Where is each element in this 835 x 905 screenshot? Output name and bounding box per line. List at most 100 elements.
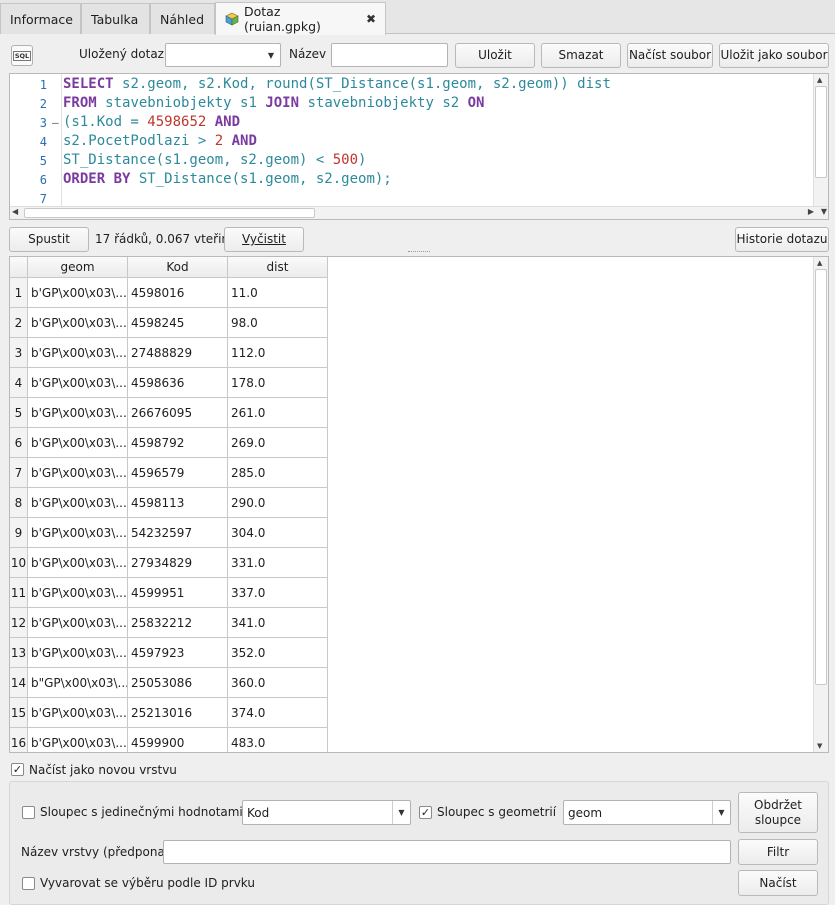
cell-dist[interactable]: 331.0 <box>228 548 328 578</box>
unique-column-checkbox[interactable] <box>22 806 35 819</box>
cell-geom[interactable]: b'GP\x00\x03\... <box>28 548 128 578</box>
tab-informace[interactable]: Informace <box>0 3 81 34</box>
cell-dist[interactable]: 290.0 <box>228 488 328 518</box>
editor-vertical-scrollbar[interactable]: ▲ <box>813 74 828 206</box>
row-header[interactable]: 11 <box>10 578 28 608</box>
cell-dist[interactable]: 341.0 <box>228 608 328 638</box>
column-header-geom[interactable]: geom <box>28 257 128 278</box>
cell-geom[interactable]: b'GP\x00\x03\... <box>28 398 128 428</box>
row-header[interactable]: 12 <box>10 608 28 638</box>
cell-geom[interactable]: b'GP\x00\x03\... <box>28 518 128 548</box>
cell-geom[interactable]: b'GP\x00\x03\... <box>28 308 128 338</box>
tab-nahled[interactable]: Náhled <box>150 3 215 34</box>
layer-name-input[interactable] <box>163 840 731 864</box>
row-header[interactable]: 8 <box>10 488 28 518</box>
cell-dist[interactable]: 337.0 <box>228 578 328 608</box>
cell-dist[interactable]: 483.0 <box>228 728 328 752</box>
scroll-up-icon[interactable]: ▲ <box>817 259 822 267</box>
fold-marker-icon[interactable]: – <box>52 116 59 129</box>
scrollbar-thumb[interactable] <box>815 86 827 178</box>
scroll-right-icon[interactable]: ▶ <box>808 207 814 216</box>
cell-dist[interactable]: 374.0 <box>228 698 328 728</box>
cell-dist[interactable]: 285.0 <box>228 458 328 488</box>
results-table[interactable]: geom Kod dist 1 b'GP\x00\x03\... 4598016 11… <box>9 256 829 753</box>
cell-kod[interactable]: 27488829 <box>128 338 228 368</box>
scroll-up-icon[interactable]: ▲ <box>817 76 822 84</box>
avoid-selection-checkbox[interactable] <box>22 877 35 890</box>
cell-kod[interactable]: 4599900 <box>128 728 228 752</box>
row-header[interactable]: 2 <box>10 308 28 338</box>
save-button[interactable]: Uložit <box>455 43 535 68</box>
cell-dist[interactable]: 11.0 <box>228 278 328 308</box>
cell-kod[interactable]: 4597923 <box>128 638 228 668</box>
cell-dist[interactable]: 98.0 <box>228 308 328 338</box>
unique-column-select[interactable]: Kod ▼ <box>242 800 411 825</box>
cell-geom[interactable]: b'GP\x00\x03\... <box>28 368 128 398</box>
cell-geom[interactable]: b'GP\x00\x03\... <box>28 698 128 728</box>
scrollbar-thumb[interactable] <box>815 269 827 685</box>
cell-dist[interactable]: 352.0 <box>228 638 328 668</box>
scroll-down-icon[interactable]: ▼ <box>821 207 827 216</box>
cell-dist[interactable]: 112.0 <box>228 338 328 368</box>
geometry-column-checkbox[interactable]: ✓ <box>419 806 432 819</box>
cell-kod[interactable]: 4598113 <box>128 488 228 518</box>
cell-kod[interactable]: 4598792 <box>128 428 228 458</box>
cell-kod[interactable]: 4596579 <box>128 458 228 488</box>
delete-button[interactable]: Smazat <box>541 43 621 68</box>
table-vertical-scrollbar[interactable]: ▲ ▼ <box>813 257 828 752</box>
row-header[interactable]: 3 <box>10 338 28 368</box>
row-header[interactable]: 7 <box>10 458 28 488</box>
cell-dist[interactable]: 304.0 <box>228 518 328 548</box>
cell-kod[interactable]: 4598245 <box>128 308 228 338</box>
cell-geom[interactable]: b'GP\x00\x03\... <box>28 578 128 608</box>
cell-geom[interactable]: b'GP\x00\x03\... <box>28 338 128 368</box>
cell-dist[interactable]: 261.0 <box>228 398 328 428</box>
row-header[interactable]: 6 <box>10 428 28 458</box>
cell-geom[interactable]: b'GP\x00\x03\... <box>28 278 128 308</box>
load-button[interactable]: Načíst <box>738 870 818 896</box>
row-header[interactable]: 9 <box>10 518 28 548</box>
name-input[interactable] <box>331 43 448 67</box>
cell-geom[interactable]: b'GP\x00\x03\... <box>28 488 128 518</box>
cell-kod[interactable]: 4599951 <box>128 578 228 608</box>
row-header[interactable]: 14 <box>10 668 28 698</box>
saved-query-select[interactable]: ▼ <box>165 43 281 67</box>
save-as-file-button[interactable]: Uložit jako soubor <box>719 43 829 68</box>
tab-tabulka[interactable]: Tabulka <box>81 3 150 34</box>
cell-kod[interactable]: 4598016 <box>128 278 228 308</box>
scroll-down-icon[interactable]: ▼ <box>817 742 822 750</box>
cell-kod[interactable]: 25832212 <box>128 608 228 638</box>
cell-kod[interactable]: 27934829 <box>128 548 228 578</box>
cell-geom[interactable]: b'GP\x00\x03\... <box>28 458 128 488</box>
cell-geom[interactable]: b'GP\x00\x03\... <box>28 728 128 752</box>
column-header-dist[interactable]: dist <box>228 257 328 278</box>
row-header[interactable]: 1 <box>10 278 28 308</box>
clear-button[interactable]: Vyčistit <box>224 227 304 252</box>
tab-dotaz[interactable]: Dotaz (ruian.gpkg) ✖ <box>215 2 386 35</box>
geometry-column-select[interactable]: geom ▼ <box>563 800 731 825</box>
cell-dist[interactable]: 178.0 <box>228 368 328 398</box>
row-header[interactable]: 16 <box>10 728 28 752</box>
cell-geom[interactable]: b'GP\x00\x03\... <box>28 428 128 458</box>
editor-horizontal-scrollbar[interactable]: ◀ ▶ ▼ <box>10 206 828 219</box>
cell-dist[interactable]: 269.0 <box>228 428 328 458</box>
query-history-button[interactable]: Historie dotazu <box>735 227 829 252</box>
row-header[interactable]: 4 <box>10 368 28 398</box>
cell-geom[interactable]: b'GP\x00\x03\... <box>28 638 128 668</box>
sql-editor[interactable]: 1 2 3 – 4 5 6 7 SELECT s2.geom, s2.Kod, … <box>9 73 829 220</box>
cell-kod[interactable]: 25213016 <box>128 698 228 728</box>
sql-icon-button[interactable]: SQL <box>11 45 33 66</box>
row-header[interactable]: 5 <box>10 398 28 428</box>
cell-geom[interactable]: b'GP\x00\x03\... <box>28 608 128 638</box>
row-header[interactable]: 15 <box>10 698 28 728</box>
column-header-kod[interactable]: Kod <box>128 257 228 278</box>
cell-kod[interactable]: 26676095 <box>128 398 228 428</box>
scrollbar-thumb[interactable] <box>24 208 315 218</box>
cell-kod[interactable]: 25053086 <box>128 668 228 698</box>
cell-kod[interactable]: 54232597 <box>128 518 228 548</box>
table-corner[interactable] <box>10 257 28 278</box>
cell-dist[interactable]: 360.0 <box>228 668 328 698</box>
filter-button[interactable]: Filtr <box>738 839 818 865</box>
row-header[interactable]: 10 <box>10 548 28 578</box>
cell-geom[interactable]: b"GP\x00\x03\... <box>28 668 128 698</box>
